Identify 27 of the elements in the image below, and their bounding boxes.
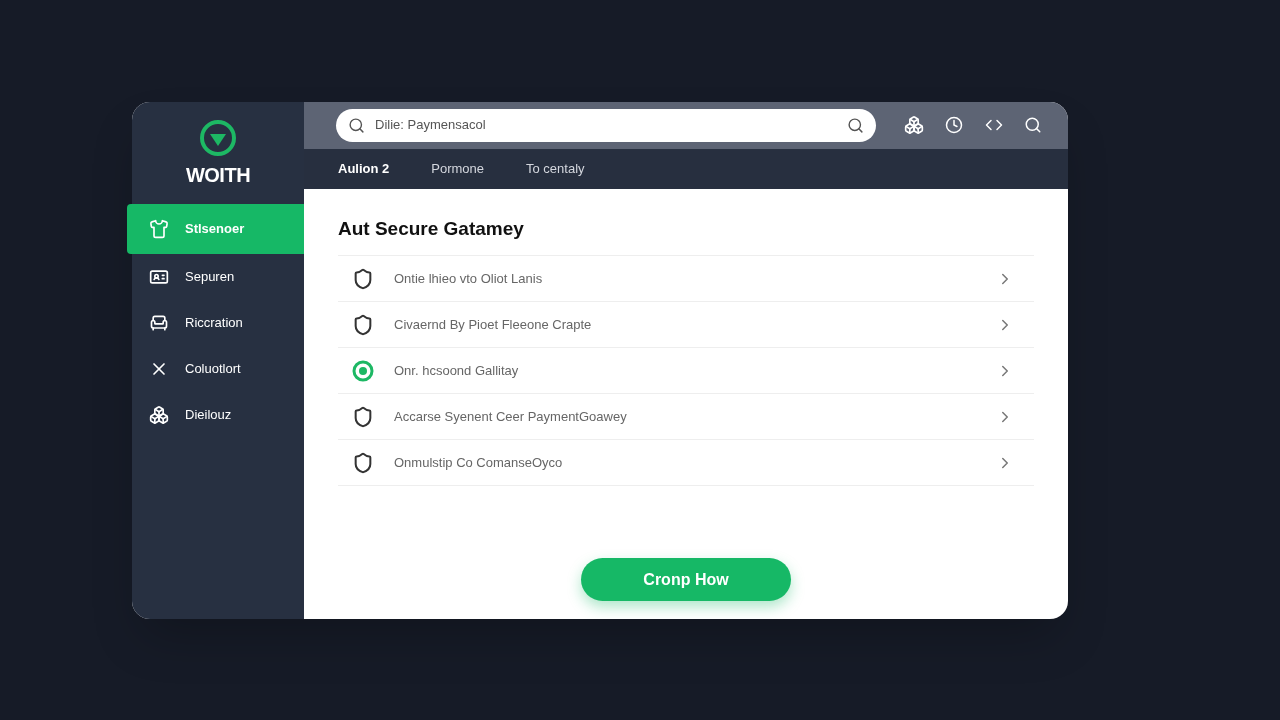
status-icon [352, 359, 374, 382]
search-icon[interactable] [1024, 116, 1042, 134]
list-item[interactable]: Onmulstip Co ComanseOyco [338, 440, 1034, 486]
shield-icon [352, 313, 374, 336]
tab[interactable]: Pormone [431, 158, 485, 179]
list-item[interactable]: Civaernd By Pioet Fleeone Crapte [338, 302, 1034, 348]
sidebar-item[interactable]: Riccration [132, 299, 304, 346]
item-icon [149, 404, 169, 425]
shield-icon [352, 267, 374, 290]
list-item[interactable]: Accarse Syenent Ceer PaymentGoawey [338, 394, 1034, 440]
shield-icon [352, 451, 374, 474]
list-item[interactable]: Onr. hcsoond Gallitay [338, 348, 1034, 394]
tab[interactable]: Aulion 2 [338, 158, 390, 179]
section-title: Aut Secure Gatamey [338, 216, 525, 241]
brand-name: WOITH [185, 162, 251, 188]
logo-icon [200, 119, 236, 156]
sidebar-item[interactable]: Sepuren [132, 253, 304, 300]
search-icon [348, 116, 365, 134]
search-field[interactable]: Dilie: Paymensacol [336, 108, 876, 142]
clock-icon[interactable] [945, 116, 964, 134]
sidebar-item[interactable]: Dieilouz [132, 391, 304, 438]
sidebar-item[interactable]: Coluotlort [132, 345, 304, 392]
search-icon [847, 116, 864, 134]
list-item[interactable]: Ontie lhieo vto Oliot Lanis [338, 256, 1034, 302]
tab[interactable]: To centaly [526, 158, 585, 179]
shield-icon [352, 405, 374, 428]
item-icon [149, 218, 169, 239]
